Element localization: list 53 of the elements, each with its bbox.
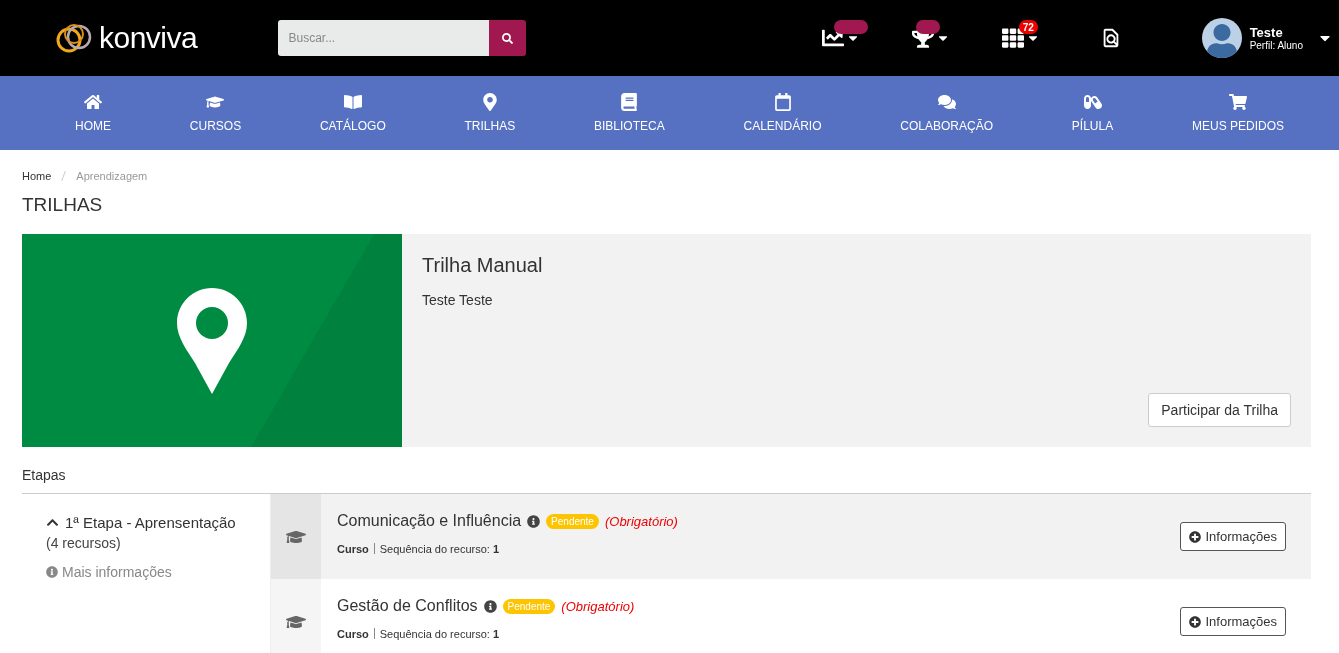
breadcrumb-link[interactable]: Home — [22, 170, 52, 182]
resource-title: Gestão de Conflitos — [337, 597, 478, 615]
map-pin-icon — [177, 287, 247, 394]
more-info-link[interactable]: Mais informações — [46, 564, 270, 580]
status-badge: Pendente — [546, 513, 599, 529]
stage-toggle[interactable]: 1ª Etapa - Aprensentação — [46, 514, 236, 531]
page-title: TRILHAS — [22, 194, 104, 216]
trail-description: Teste Teste — [422, 292, 494, 308]
breadcrumb-link[interactable]: Aprendizagem — [76, 170, 148, 182]
info-button[interactable]: Informações — [1180, 607, 1286, 636]
open-book-icon — [343, 93, 362, 111]
cart-icon — [1229, 93, 1247, 111]
nav-item[interactable]: BIBLIOTECA — [594, 76, 665, 150]
chevron-up-icon — [46, 516, 59, 529]
search-button[interactable] — [488, 20, 526, 56]
join-trail-button[interactable]: Participar da Trilha — [1148, 393, 1291, 427]
nav-item[interactable]: CALENDÁRIO — [743, 76, 822, 150]
book-icon — [620, 93, 639, 111]
status-badge: Pendente — [502, 598, 556, 614]
nav-item[interactable]: COLABORAÇÃO — [900, 76, 994, 150]
user-name: Teste — [1249, 25, 1284, 40]
nav-item[interactable]: TRILHAS — [464, 76, 516, 150]
trail-title: Trilha Manual — [422, 254, 544, 277]
required-label: (Obrigatório) — [604, 513, 678, 529]
info-icon — [46, 566, 58, 578]
nav-item[interactable]: CATÁLOGO — [319, 76, 386, 150]
info-button[interactable]: Informações — [1180, 522, 1286, 551]
search-icon — [501, 32, 513, 44]
user-menu[interactable]: Teste Perfil: Aluno — [1195, 17, 1339, 59]
nav-item[interactable]: CURSOS — [189, 76, 242, 150]
user-profile: Perfil: Aluno — [1249, 40, 1303, 51]
resource-title: Comunicação e Influência — [337, 512, 522, 530]
info-icon[interactable] — [483, 599, 497, 613]
resource-count: (4 recursos) — [46, 535, 122, 551]
map-pin-icon — [480, 93, 499, 111]
house-icon — [84, 93, 102, 111]
calendar-icon — [773, 93, 792, 111]
grid-icon — [1001, 27, 1024, 49]
info-icon[interactable] — [527, 514, 541, 528]
nav-item[interactable]: PÍLULA — [1071, 76, 1114, 150]
resource-meta: Curso Sequência do recurso: 1 — [337, 543, 501, 555]
konviva-logo[interactable]: konviva — [55, 20, 279, 56]
chat-bubbles-icon — [937, 93, 956, 111]
logo-text: konviva — [99, 21, 198, 55]
count-badge: 72 — [1018, 20, 1038, 34]
pill-icon — [1083, 93, 1102, 111]
nav-item[interactable]: MEUS PEDIDOS — [1192, 76, 1284, 150]
nav-item[interactable]: HOME — [75, 76, 111, 150]
avatar-silhouette-icon — [1201, 18, 1242, 58]
required-label: (Obrigatório) — [561, 598, 635, 614]
resource-meta: Curso Sequência do recurso: 1 — [337, 628, 501, 640]
toolbar-button[interactable]: 72 — [975, 18, 1066, 58]
search-field[interactable]: Buscar... — [278, 20, 489, 56]
